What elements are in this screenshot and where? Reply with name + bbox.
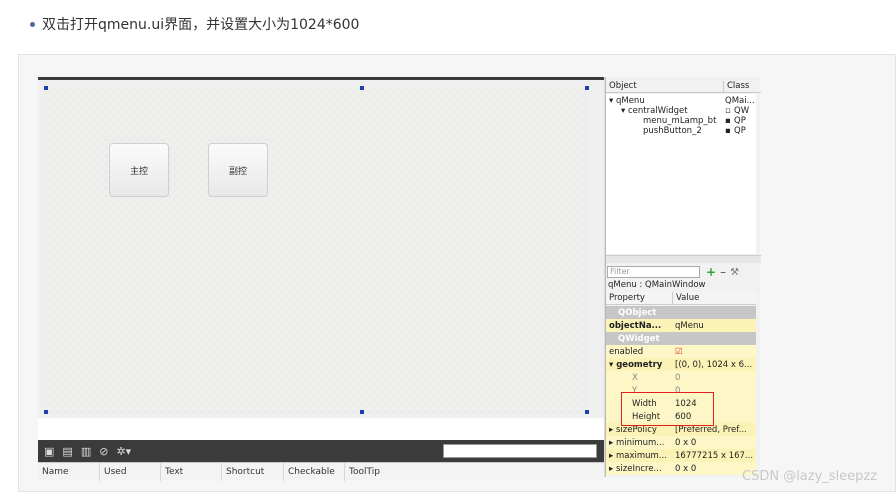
column-header[interactable]: ToolTip (345, 463, 425, 481)
property-row-objectname[interactable]: objectNa... qMenu (606, 319, 756, 332)
property-editor-title: qMenu : QMainWindow (608, 280, 706, 290)
bullet-icon (30, 21, 35, 27)
property-row-x[interactable]: X 0 (606, 371, 756, 384)
property-row-enabled[interactable]: enabled ☑ (606, 345, 756, 358)
property-filter-row: Filter + – ⚒ (606, 265, 761, 279)
property-row-geometry[interactable]: ▾ geometry [(0, 0), 1024 x 6... (606, 358, 756, 371)
action-filter-input[interactable] (443, 444, 597, 458)
highlight-box (621, 392, 714, 426)
tree-item-class: QP (734, 126, 746, 136)
property-name: X (632, 372, 638, 383)
column-header[interactable]: Text (161, 463, 222, 481)
property-name: ▸ maximum... (609, 450, 667, 461)
column-header[interactable]: Used (100, 463, 161, 481)
property-editor-header: Property Value (606, 292, 756, 305)
resize-handle-bc[interactable] (360, 410, 364, 414)
property-filter-input[interactable]: Filter (607, 266, 700, 278)
resize-handle-bl[interactable] (44, 410, 48, 414)
resize-handle-tc[interactable] (360, 86, 364, 90)
resize-handle-br[interactable] (585, 410, 589, 414)
property-name: ▾ geometry (609, 359, 663, 370)
sub-control-button[interactable]: 副控 (208, 143, 268, 197)
delete-icon[interactable]: ⊘ (99, 446, 108, 457)
property-name: ▸ minimum... (609, 437, 665, 448)
minus-icon[interactable]: – (720, 265, 726, 279)
tree-item-class: QW (734, 106, 750, 116)
property-value[interactable]: 16777215 x 167... (672, 451, 756, 461)
wrench-icon[interactable]: ⚒ (730, 267, 739, 278)
form-editor[interactable]: 主控 副控 (46, 88, 586, 414)
property-value[interactable]: qMenu (672, 321, 756, 331)
tree-item-label: ▾ qMenu (609, 96, 645, 106)
tree-item-class: QP (734, 116, 746, 126)
tree-item-centralwidget[interactable]: ▾ centralWidget ▫ QW (621, 106, 754, 116)
designer-spacer (38, 418, 604, 440)
plus-icon[interactable]: + (706, 265, 716, 279)
tree-item-pushbutton-2[interactable]: pushButton_2 ▪ QP (643, 126, 754, 136)
copy-icon[interactable]: ▤ (62, 446, 72, 457)
instruction-line: 双击打开qmenu.ui界面，并设置大小为1024*600 (30, 14, 359, 34)
property-row-maximum[interactable]: ▸ maximum... 16777215 x 167... (606, 449, 756, 462)
property-name: objectNa... (609, 320, 662, 331)
property-name: ▸ sizeIncre... (609, 463, 662, 474)
tree-item-menu-mlamp-bt[interactable]: menu_mLamp_bt ▪ QP (643, 116, 754, 126)
page: 双击打开qmenu.ui界面，并设置大小为1024*600 主控 副控 ▣ ▤ … (0, 0, 896, 492)
section-label: QObject (618, 307, 657, 318)
new-action-icon[interactable]: ▣ (44, 446, 54, 457)
property-value[interactable]: 0 x 0 (672, 438, 756, 448)
resize-handle-tr[interactable] (585, 86, 589, 90)
settings-icon[interactable]: ✲▾ (116, 446, 131, 457)
object-column-header[interactable]: Object (606, 81, 723, 92)
property-name: ▸ sizePolicy (609, 424, 657, 435)
object-inspector-tree: ▾ qMenu QMai... ▾ centralWidget ▫ QW men… (606, 94, 756, 254)
checkbox-icon[interactable]: ☑ (672, 347, 756, 357)
column-header[interactable]: Shortcut (222, 463, 284, 481)
class-column-header[interactable]: Class (723, 81, 749, 92)
form-canvas-area: 主控 副控 ▣ ▤ ▥ ⊘ ✲▾ Name Used Text Shortcut… (38, 77, 604, 481)
property-name: enabled (609, 346, 644, 357)
action-editor-toolbar: ▣ ▤ ▥ ⊘ ✲▾ (38, 440, 604, 462)
button-class-icon: ▪ (725, 126, 731, 136)
instruction-text: 双击打开qmenu.ui界面，并设置大小为1024*600 (42, 17, 360, 33)
value-column-header[interactable]: Value (672, 292, 699, 304)
property-row-sizeincrement[interactable]: ▸ sizeIncre... 0 x 0 (606, 462, 756, 475)
main-control-button[interactable]: 主控 (109, 143, 169, 197)
button-class-icon: ▪ (725, 116, 731, 126)
object-inspector-scrollbar[interactable] (606, 255, 761, 263)
property-value[interactable]: 0 (672, 373, 756, 383)
paste-icon[interactable]: ▥ (81, 446, 91, 457)
tree-item-label: ▾ centralWidget (621, 106, 688, 116)
column-header[interactable]: Checkable (284, 463, 345, 481)
watermark-text: CSDN @lazy_sleepzz (742, 469, 878, 484)
widget-class-icon: ▫ (725, 106, 731, 116)
tree-item-class: QMai... (725, 96, 755, 106)
column-header[interactable]: Name (38, 463, 100, 481)
property-row-minimum[interactable]: ▸ minimum... 0 x 0 (606, 436, 756, 449)
action-editor-header: Name Used Text Shortcut Checkable ToolTi… (38, 462, 604, 481)
property-value[interactable]: [(0, 0), 1024 x 6... (672, 360, 756, 370)
tree-item-label: pushButton_2 (643, 126, 702, 136)
property-value[interactable]: [Preferred, Pref... (672, 425, 756, 435)
property-column-header[interactable]: Property (606, 292, 672, 304)
tree-item-qmenu[interactable]: ▾ qMenu QMai... (609, 96, 755, 106)
section-qwidget: QWidget (606, 332, 756, 345)
resize-handle-tl[interactable] (44, 86, 48, 90)
section-label: QWidget (618, 333, 660, 344)
tree-item-label: menu_mLamp_bt (643, 116, 717, 126)
section-qobject: QObject (606, 306, 756, 319)
object-inspector-header: Object Class (606, 81, 761, 93)
